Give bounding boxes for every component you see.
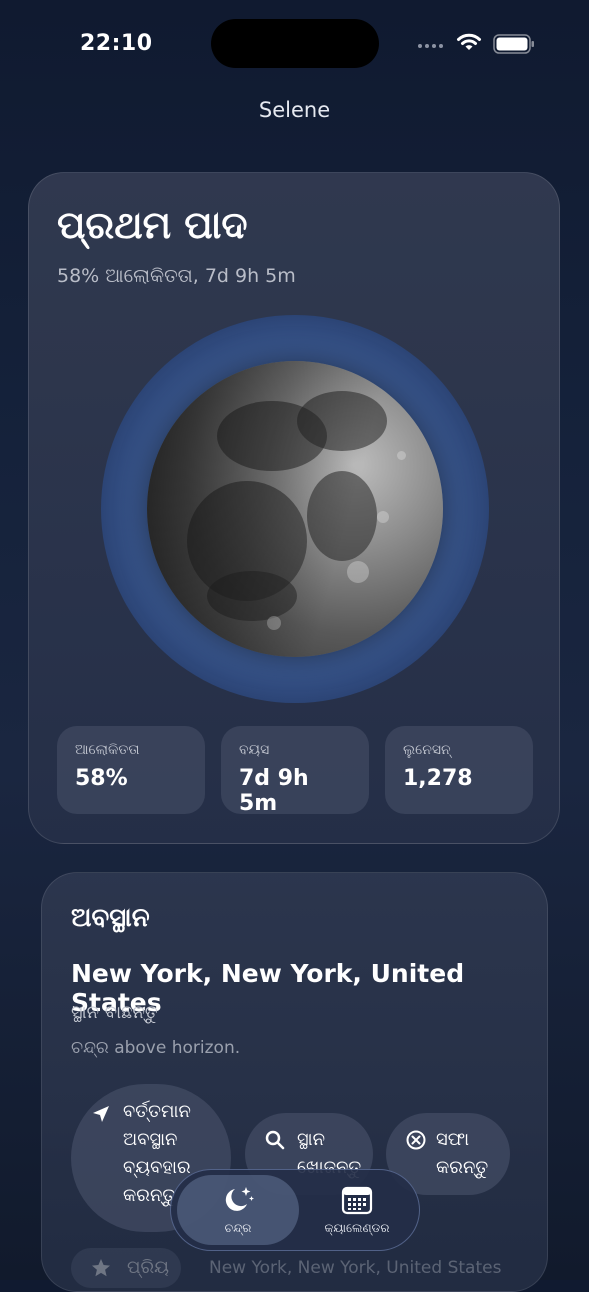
stat-lunation: ଲୁନେସନ୍ 1,278: [385, 726, 533, 814]
search-icon: [265, 1130, 285, 1150]
calendar-icon: [341, 1186, 373, 1215]
wifi-icon: [457, 33, 481, 50]
button-label: ବର୍ତ୍ତମାନ: [123, 1101, 191, 1122]
tab-label: ଚନ୍ଦ୍ର: [224, 1221, 252, 1235]
button-label: ବ୍ୟବହାର: [123, 1157, 191, 1178]
button-label: ସ୍ଥାନ: [297, 1129, 325, 1150]
favorite-button[interactable]: ପ୍ରିୟ: [71, 1248, 181, 1288]
phase-name: ପ୍ରଥମ ପାଦ: [57, 203, 248, 247]
dynamic-island: [211, 19, 379, 68]
moon-image: [147, 361, 443, 657]
stat-value: 58%: [75, 766, 128, 791]
tab-calendar[interactable]: କ୍ୟାଲେଣ୍ଡର: [299, 1175, 415, 1245]
location-heading: ଅବସ୍ଥାନ: [71, 903, 150, 933]
stat-label: ଆଲୋକିତତା: [75, 742, 140, 758]
location-arrow-icon: [93, 1106, 109, 1122]
moon-phase-card: ପ୍ରଥମ ପାଦ 58% ଆଲୋକିତତା, 7d 9h 5m ଆଲୋକିତତ…: [28, 172, 560, 844]
stat-value: 1,278: [403, 766, 473, 791]
tab-moon[interactable]: ଚନ୍ଦ୍ର: [177, 1175, 299, 1245]
nav-title: Selene: [258, 98, 331, 122]
clear-circle-x-icon: [406, 1130, 426, 1150]
stat-label: ଲୁନେସନ୍: [403, 742, 451, 758]
favorite-row[interactable]: ପ୍ରିୟ New York, New York, United States: [71, 1248, 531, 1288]
tab-bar: ଚନ୍ଦ୍ର କ୍ୟାଲେଣ୍ଡର: [170, 1169, 420, 1251]
button-label: ଅବସ୍ଥାନ: [123, 1129, 178, 1150]
phase-summary: 58% ଆଲୋକିତତା, 7d 9h 5m: [57, 265, 296, 287]
tab-label: କ୍ୟାଲେଣ୍ଡର: [324, 1221, 390, 1235]
button-label: କରନ୍ତୁ: [436, 1157, 489, 1178]
status-bar: 22:10: [0, 0, 589, 90]
cellular-signal-icon: [418, 44, 443, 48]
location-hint: ସ୍ଥାନ ବାଛନ୍ତୁ: [71, 1002, 158, 1023]
moon-halo: [101, 315, 489, 703]
button-label: ସଫା: [436, 1129, 470, 1150]
star-icon: [92, 1259, 110, 1277]
status-time: 22:10: [80, 31, 153, 56]
stat-label: ବୟସ: [239, 742, 270, 758]
stat-illumination: ଆଲୋକିତତା 58%: [57, 726, 205, 814]
favorite-label: ପ୍ରିୟ: [127, 1257, 169, 1278]
moon-visibility-text: ଚନ୍ଦ୍ର above horizon.: [71, 1038, 241, 1058]
stat-value: 7d 9h 5m: [239, 766, 309, 816]
stat-age: ବୟସ 7d 9h 5m: [221, 726, 369, 816]
moon-stars-icon: [225, 1187, 254, 1211]
favorite-location: New York, New York, United States: [209, 1258, 502, 1278]
battery-icon: [493, 34, 534, 54]
